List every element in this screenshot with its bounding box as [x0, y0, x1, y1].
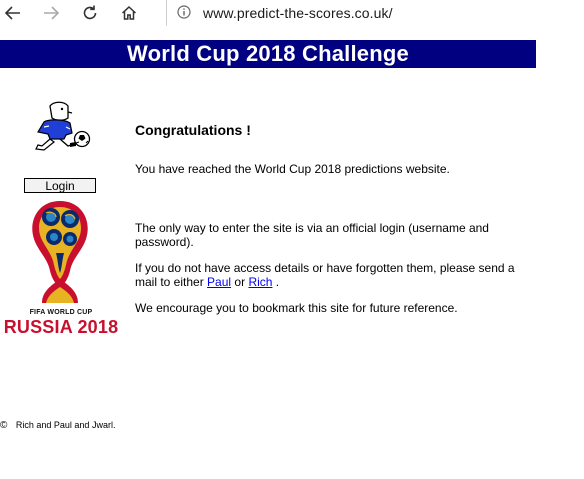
- url-text[interactable]: www.predict-the-scores.co.uk/: [203, 5, 393, 21]
- intro-text: You have reached the World Cup 2018 pred…: [135, 162, 450, 176]
- login-button[interactable]: Login: [24, 178, 96, 193]
- reload-icon[interactable]: [79, 2, 101, 24]
- copyright-symbol: ©: [0, 420, 8, 431]
- page-title: World Cup 2018 Challenge: [127, 41, 409, 66]
- rich-mail-link[interactable]: Rich: [248, 275, 272, 289]
- access-details-text: If you do not have access details or hav…: [135, 261, 535, 289]
- world-cup-logo: FIFA WORLD CUP RUSSIA 2018: [0, 199, 122, 339]
- address-bar[interactable]: www.predict-the-scores.co.uk/: [166, 0, 584, 26]
- home-icon[interactable]: [118, 2, 140, 24]
- congratulations-heading: Congratulations !: [135, 122, 251, 138]
- logo-subtitle: FIFA WORLD CUP: [29, 309, 93, 316]
- logo-title: RUSSIA 2018: [3, 317, 119, 337]
- bookmark-text: We encourage you to bookmark this site f…: [135, 301, 458, 315]
- access-suffix: .: [275, 275, 280, 289]
- access-prefix: If you do not have access details or hav…: [135, 261, 515, 289]
- browser-toolbar: www.predict-the-scores.co.uk/: [0, 0, 584, 26]
- footer-credits: Rich and Paul and Jwarl.: [15, 420, 116, 430]
- paul-mail-link[interactable]: Paul: [207, 275, 231, 289]
- info-icon[interactable]: [177, 5, 191, 24]
- page-banner: World Cup 2018 Challenge: [0, 40, 536, 68]
- login-info-text: The only way to enter the site is via an…: [135, 221, 489, 249]
- world-cup-trophy-icon: [32, 201, 88, 303]
- access-or: or: [234, 275, 246, 289]
- footer: © Rich and Paul and Jwarl.: [0, 420, 115, 431]
- forward-arrow-icon[interactable]: [40, 2, 62, 24]
- footballer-mascot-image: [35, 101, 91, 151]
- back-arrow-icon[interactable]: [2, 2, 24, 24]
